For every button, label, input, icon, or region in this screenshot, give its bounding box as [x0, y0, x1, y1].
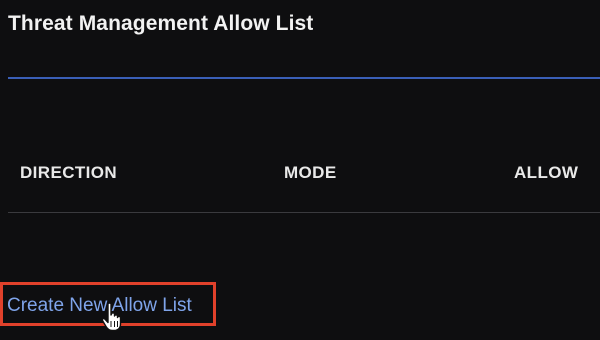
- hand-pointer-icon: [101, 302, 122, 332]
- column-header-mode[interactable]: MODE: [284, 163, 337, 183]
- column-header-direction[interactable]: DIRECTION: [20, 163, 117, 183]
- page-title: Threat Management Allow List: [8, 12, 314, 35]
- column-header-allow[interactable]: ALLOW: [514, 163, 578, 183]
- table-header: DIRECTION MODE ALLOW: [8, 163, 600, 187]
- threat-management-page: Threat Management Allow List DIRECTION M…: [0, 0, 600, 340]
- title-underline: [8, 77, 600, 79]
- table-header-divider: [8, 212, 600, 213]
